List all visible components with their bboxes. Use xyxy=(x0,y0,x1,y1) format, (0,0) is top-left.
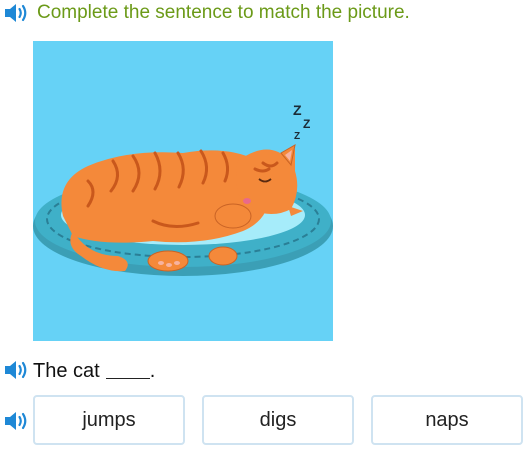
question-page: Complete the sentence to match the pictu… xyxy=(0,0,526,449)
sentence-prefix: The cat xyxy=(33,360,100,382)
choice-button-digs[interactable]: digs xyxy=(202,395,354,445)
question-picture: Z Z Z xyxy=(33,41,333,341)
choice-button-naps[interactable]: naps xyxy=(371,395,523,445)
sleep-z-letter: Z xyxy=(293,102,302,118)
choices-speaker-icon[interactable] xyxy=(3,409,31,433)
sleep-z-letter: Z xyxy=(294,131,300,142)
sleep-z-letter: Z xyxy=(303,117,310,131)
sentence-suffix: . xyxy=(149,360,156,382)
sleeping-cat-illustration: Z Z Z xyxy=(33,102,333,276)
instruction-speaker-icon[interactable] xyxy=(3,1,31,25)
choice-button-jumps[interactable]: jumps xyxy=(33,395,185,445)
instruction-text: Complete the sentence to match the pictu… xyxy=(37,2,410,23)
question-sentence: The cat. xyxy=(33,358,155,384)
answer-blank xyxy=(105,360,150,379)
sentence-speaker-icon[interactable] xyxy=(3,358,31,382)
